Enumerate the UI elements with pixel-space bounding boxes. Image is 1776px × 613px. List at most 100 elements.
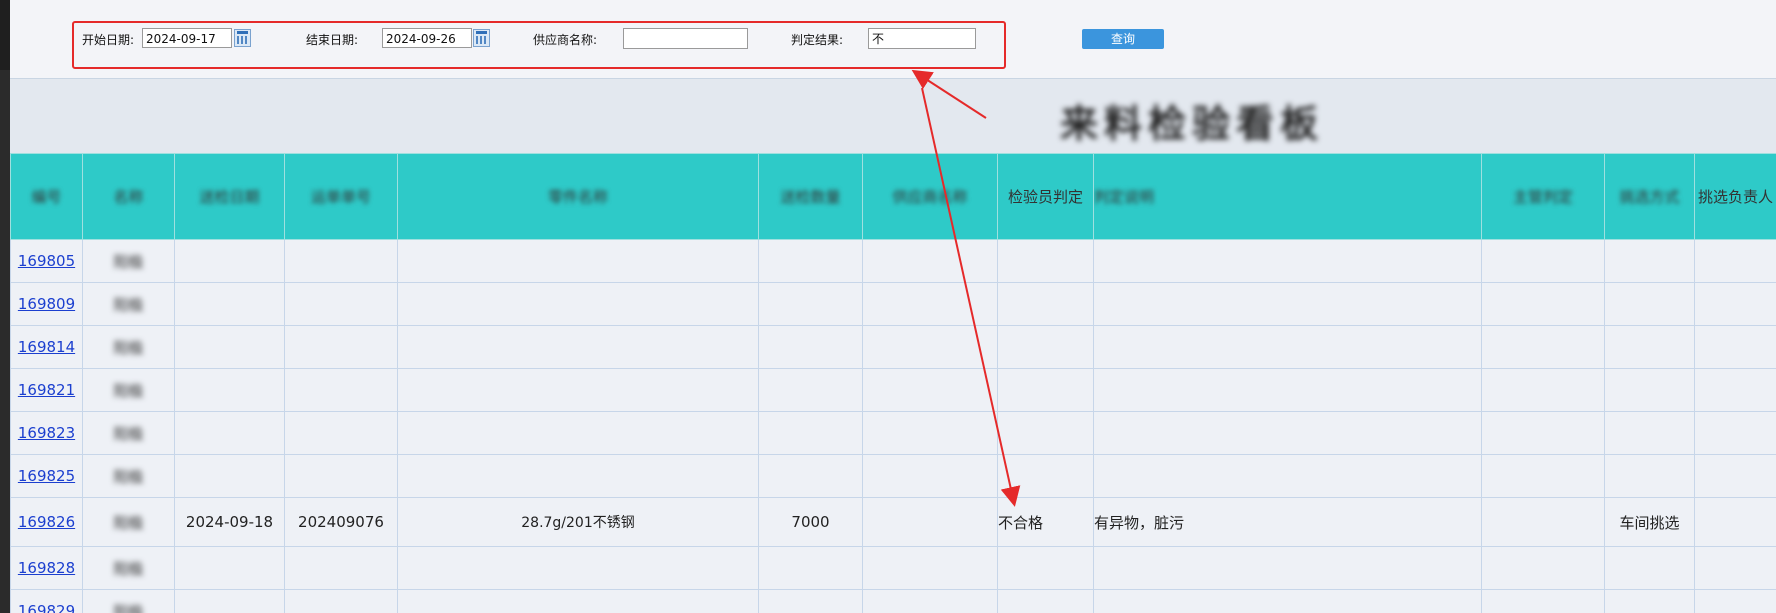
table-row: 169821 阳极 [10,368,1776,412]
record-id-link[interactable]: 169805 [18,252,75,270]
cell-inspector [997,282,1094,326]
cell-date: 2024-09-18 [174,497,285,547]
cell-name: 阳极 [82,325,175,369]
cell-method [1604,454,1695,498]
cell-supplier [862,325,998,369]
table-row: 169829 阳极 [10,589,1776,613]
table-row: 169805 阳极 [10,239,1776,283]
cell-inspector [997,239,1094,283]
cell-waybill [284,454,398,498]
cell-id[interactable]: 169821 [10,368,83,412]
cell-date [174,454,285,498]
cell-qty [758,368,863,412]
cell-qty [758,454,863,498]
cell-desc [1093,282,1482,326]
filter-bar: 开始日期: 2024-09-17 结束日期: 2024-09-26 供应商名称:… [10,0,1776,78]
cell-owner [1694,239,1776,283]
cell-owner [1694,368,1776,412]
col-header-inspector: 检验员判定 [997,153,1094,240]
cell-id[interactable]: 169805 [10,239,83,283]
cell-part [397,454,759,498]
record-id-link[interactable]: 169814 [18,338,75,356]
cell-waybill [284,368,398,412]
cell-part [397,589,759,613]
cell-desc [1093,325,1482,369]
cell-supplier [862,411,998,455]
cell-id[interactable]: 169823 [10,411,83,455]
cell-qty [758,239,863,283]
col-header-method: 挑选方式 [1604,153,1695,240]
cell-owner [1694,282,1776,326]
cell-method [1604,546,1695,590]
table-row: 169823 阳极 [10,411,1776,455]
record-id-link[interactable]: 169809 [18,295,75,313]
cell-qty [758,589,863,613]
col-header-id: 编号 [10,153,83,240]
record-id-link[interactable]: 169825 [18,467,75,485]
record-id-link[interactable]: 169829 [18,602,75,613]
cell-part [397,368,759,412]
cell-id[interactable]: 169825 [10,454,83,498]
col-header-owner: 挑选负责人 [1694,153,1776,240]
cell-supervisor [1481,497,1605,547]
cell-inspector [997,411,1094,455]
cell-method [1604,239,1695,283]
cell-name: 阳极 [82,546,175,590]
col-header-desc: 判定说明 [1093,153,1482,240]
cell-desc [1093,411,1482,455]
record-id-link[interactable]: 169826 [18,513,75,531]
cell-qty [758,411,863,455]
cell-waybill [284,546,398,590]
table-row: 169814 阳极 [10,325,1776,369]
cell-owner [1694,589,1776,613]
cell-qty [758,325,863,369]
cell-waybill [284,282,398,326]
col-header-supervisor: 主管判定 [1481,153,1605,240]
record-id-link[interactable]: 169828 [18,559,75,577]
cell-supervisor [1481,411,1605,455]
table-row: 169828 阳极 [10,546,1776,590]
cell-inspector: 不合格 [997,497,1094,547]
cell-method [1604,589,1695,613]
cell-name: 阳极 [82,497,175,547]
col-header-part: 零件名称 [397,153,759,240]
cell-part [397,239,759,283]
inspection-table: 编号 名称 送检日期 运单单号 零件名称 送检数量 供应商名称 检验员判定 判定… [10,153,1776,613]
cell-method [1604,368,1695,412]
cell-desc [1093,546,1482,590]
cell-part: 28.7g/201不锈钢 [397,497,759,547]
query-button[interactable]: 查询 [1082,29,1164,49]
record-id-link[interactable]: 169821 [18,381,75,399]
cell-name: 阳极 [82,454,175,498]
cell-waybill [284,411,398,455]
title-band: 来料检验看板 [10,78,1776,154]
cell-part [397,411,759,455]
cell-supervisor [1481,282,1605,326]
cell-name: 阳极 [82,368,175,412]
board-title: 来料检验看板 [1060,102,1325,146]
cell-part [397,325,759,369]
table-row: 169825 阳极 [10,454,1776,498]
col-header-waybill: 运单单号 [284,153,398,240]
cell-method [1604,282,1695,326]
cell-id[interactable]: 169829 [10,589,83,613]
cell-id[interactable]: 169814 [10,325,83,369]
cell-supplier [862,546,998,590]
cell-id[interactable]: 169809 [10,282,83,326]
cell-name: 阳极 [82,411,175,455]
cell-supplier [862,282,998,326]
cell-date [174,282,285,326]
cell-supervisor [1481,589,1605,613]
cell-method [1604,325,1695,369]
cell-owner [1694,454,1776,498]
cell-id[interactable]: 169828 [10,546,83,590]
cell-date [174,239,285,283]
cell-supervisor [1481,239,1605,283]
col-header-name: 名称 [82,153,175,240]
cell-qty [758,282,863,326]
record-id-link[interactable]: 169823 [18,424,75,442]
cell-id[interactable]: 169826 [10,497,83,547]
cell-inspector [997,454,1094,498]
cell-waybill [284,325,398,369]
cell-supplier [862,368,998,412]
